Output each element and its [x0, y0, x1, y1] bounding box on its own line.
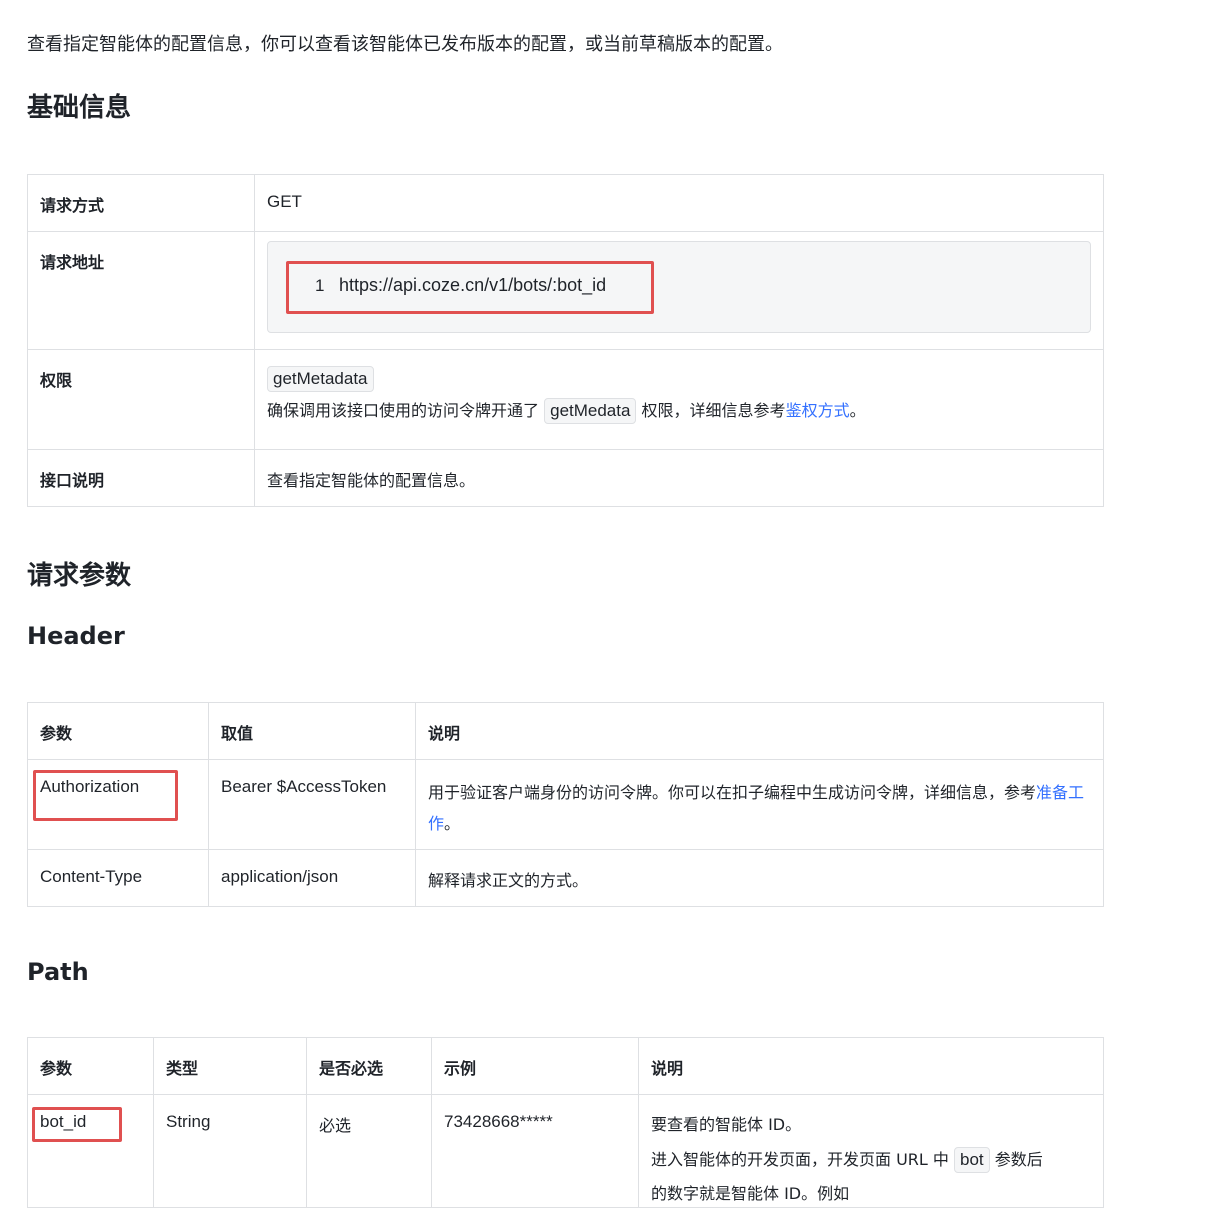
table-row: 请求方式 GET [27, 174, 1104, 232]
col-example: 示例 [431, 1037, 639, 1095]
url-cell: 1 https://api.coze.cn/v1/bots/:bot_id [254, 231, 1104, 350]
table-header-row: 参数 类型 是否必选 示例 说明 [27, 1037, 1104, 1095]
desc-line-3: 的数字就是智能体 ID。例如 [651, 1184, 850, 1203]
desc-content-type: 解释请求正文的方式。 [415, 849, 1104, 907]
desc-line-2-tail: 参数后 [994, 1150, 1043, 1169]
highlight-box [33, 770, 178, 821]
param-authorization: Authorization [27, 759, 209, 850]
method-value: GET [254, 174, 1104, 232]
example-value: 73428668***** [431, 1094, 639, 1208]
intro-text: 查看指定智能体的配置信息，你可以查看该智能体已发布版本的配置，或当前草稿版本的配… [27, 34, 783, 55]
bot-code: bot [954, 1147, 990, 1173]
value-json: application/json [208, 849, 416, 907]
header-params-table: 参数 取值 说明 Authorization Bearer $AccessTok… [27, 702, 1104, 907]
highlight-box [286, 261, 654, 314]
col-desc: 说明 [638, 1037, 1104, 1095]
desc-key: 接口说明 [27, 449, 255, 507]
col-required: 是否必选 [306, 1037, 432, 1095]
desc-authorization: 用于验证客户端身份的访问令牌。你可以在扣子编程中生成访问令牌，详细信息，参考准备… [415, 759, 1104, 850]
required-value: 必选 [306, 1094, 432, 1208]
col-desc: 说明 [415, 702, 1104, 760]
perm-code-inline: getMedata [544, 398, 637, 424]
code-block[interactable]: 1 https://api.coze.cn/v1/bots/:bot_id [267, 241, 1091, 333]
basic-info-table: 请求方式 GET 请求地址 1 https://api.coze.cn/v1/b… [27, 174, 1104, 507]
url-key: 请求地址 [27, 231, 255, 350]
value-bearer: Bearer $AccessToken [208, 759, 416, 850]
table-row: Content-Type application/json 解释请求正文的方式。 [27, 849, 1104, 907]
auth-method-link[interactable]: 鉴权方式 [786, 401, 850, 420]
section-path-title: Path [27, 958, 89, 986]
perm-text-3: 。 [849, 401, 866, 420]
param-content-type: Content-Type [27, 849, 209, 907]
perm-key: 权限 [27, 349, 255, 450]
desc-line-2: 进入智能体的开发页面，开发页面 URL 中 [651, 1150, 949, 1169]
table-row: 请求地址 1 https://api.coze.cn/v1/bots/:bot_… [27, 231, 1104, 350]
table-row: 权限 getMetadata 确保调用该接口使用的访问令牌开通了 getMeda… [27, 349, 1104, 450]
col-type: 类型 [153, 1037, 307, 1095]
col-param: 参数 [27, 702, 209, 760]
desc-value: 查看指定智能体的配置信息。 [254, 449, 1104, 507]
desc-text: 用于验证客户端身份的访问令牌。你可以在扣子编程中生成访问令牌，详细信息，参考 [428, 783, 1037, 802]
desc-line-1: 要查看的智能体 ID。 [651, 1115, 802, 1134]
perm-cell: getMetadata 确保调用该接口使用的访问令牌开通了 getMedata … [254, 349, 1104, 450]
table-header-row: 参数 取值 说明 [27, 702, 1104, 760]
section-header-title: Header [27, 622, 125, 650]
perm-code: getMetadata [267, 366, 374, 392]
highlight-box [32, 1107, 122, 1142]
col-param: 参数 [27, 1037, 154, 1095]
table-row: Authorization Bearer $AccessToken 用于验证客户… [27, 759, 1104, 850]
path-params-table: 参数 类型 是否必选 示例 说明 bot_id String 必选 734286… [27, 1037, 1104, 1208]
table-row: bot_id String 必选 73428668***** 要查看的智能体 I… [27, 1094, 1104, 1208]
desc-tail: 。 [444, 814, 461, 833]
table-row: 接口说明 查看指定智能体的配置信息。 [27, 449, 1104, 507]
perm-text: 确保调用该接口使用的访问令牌开通了 [267, 401, 540, 420]
method-key: 请求方式 [27, 174, 255, 232]
type-string: String [153, 1094, 307, 1208]
col-value: 取值 [208, 702, 416, 760]
param-bot-id: bot_id [27, 1094, 154, 1208]
section-request-params-title: 请求参数 [27, 561, 132, 591]
section-basic-title: 基础信息 [27, 93, 132, 123]
perm-text-2: 权限，详细信息参考 [641, 401, 786, 420]
desc-bot-id: 要查看的智能体 ID。 进入智能体的开发页面，开发页面 URL 中 bot 参数… [638, 1094, 1104, 1208]
